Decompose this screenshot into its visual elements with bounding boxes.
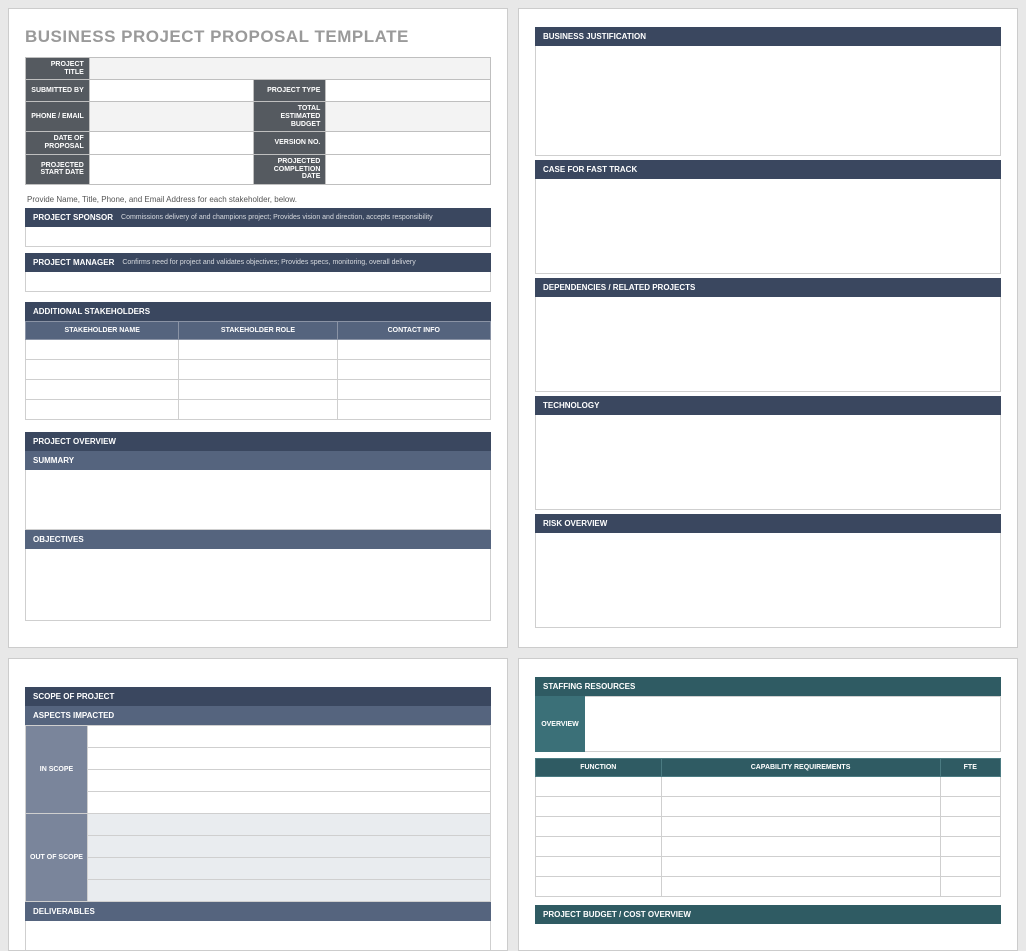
staffing-header: STAFFING RESOURCES: [535, 677, 1001, 696]
value-date-proposal[interactable]: [89, 132, 254, 154]
scope-table: IN SCOPE OUT OF SCOPE: [25, 725, 491, 902]
label-submitted-by: SUBMITTED BY: [26, 80, 90, 102]
technology-header: TECHNOLOGY: [535, 396, 1001, 415]
overview-label: OVERVIEW: [535, 696, 585, 752]
table-row[interactable]: [88, 770, 491, 792]
project-manager-desc: Confirms need for project and validates …: [122, 259, 415, 266]
col-fte: FTE: [940, 759, 1000, 777]
stakeholder-note: Provide Name, Title, Phone, and Email Ad…: [27, 195, 491, 204]
business-justification-header: BUSINESS JUSTIFICATION: [535, 27, 1001, 46]
table-row[interactable]: [88, 880, 491, 902]
dependencies-header: DEPENDENCIES / RELATED PROJECTS: [535, 278, 1001, 297]
risk-value[interactable]: [535, 533, 1001, 628]
project-sponsor-header: PROJECT SPONSOR Commissions delivery of …: [25, 208, 491, 227]
project-manager-label: PROJECT MANAGER: [33, 258, 114, 267]
col-function: FUNCTION: [536, 759, 662, 777]
label-version: VERSION NO.: [254, 132, 326, 154]
value-project-type[interactable]: [326, 80, 491, 102]
table-row[interactable]: [88, 792, 491, 814]
label-phone-email: PHONE / EMAIL: [26, 102, 90, 132]
table-row[interactable]: [536, 877, 1001, 897]
value-projected-start[interactable]: [89, 154, 254, 184]
label-projected-completion: PROJECTED COMPLETION DATE: [254, 154, 326, 184]
objectives-header: OBJECTIVES: [25, 530, 491, 549]
summary-header: SUMMARY: [25, 451, 491, 470]
additional-stakeholders-header: ADDITIONAL STAKEHOLDERS: [25, 302, 491, 321]
project-manager-value[interactable]: [25, 272, 491, 292]
table-row[interactable]: [536, 837, 1001, 857]
project-sponsor-label: PROJECT SPONSOR: [33, 213, 113, 222]
fasttrack-header: CASE FOR FAST TRACK: [535, 160, 1001, 179]
dependencies-value[interactable]: [535, 297, 1001, 392]
deliverables-header: DELIVERABLES: [25, 902, 491, 921]
label-total-budget: TOTAL ESTIMATED BUDGET: [254, 102, 326, 132]
table-row[interactable]: [536, 797, 1001, 817]
objectives-value[interactable]: [25, 549, 491, 621]
value-submitted-by[interactable]: [89, 80, 254, 102]
table-row[interactable]: [26, 339, 491, 359]
staffing-overview-row: OVERVIEW: [535, 696, 1001, 752]
col-stakeholder-role: STAKEHOLDER ROLE: [179, 321, 337, 339]
fasttrack-value[interactable]: [535, 179, 1001, 274]
stakeholder-table: STAKEHOLDER NAME STAKEHOLDER ROLE CONTAC…: [25, 321, 491, 420]
value-projected-completion[interactable]: [326, 154, 491, 184]
table-row[interactable]: [536, 817, 1001, 837]
page-bottom-left: SCOPE OF PROJECT ASPECTS IMPACTED IN SCO…: [8, 658, 508, 951]
table-row[interactable]: [536, 857, 1001, 877]
table-row[interactable]: [88, 748, 491, 770]
table-row[interactable]: [88, 726, 491, 748]
page-bottom-right: STAFFING RESOURCES OVERVIEW FUNCTION CAP…: [518, 658, 1018, 951]
in-scope-label: IN SCOPE: [26, 726, 88, 814]
business-justification-value[interactable]: [535, 46, 1001, 156]
table-row[interactable]: [88, 814, 491, 836]
page-top-right: BUSINESS JUSTIFICATION CASE FOR FAST TRA…: [518, 8, 1018, 648]
table-row[interactable]: [26, 379, 491, 399]
page-title: BUSINESS PROJECT PROPOSAL TEMPLATE: [25, 27, 491, 47]
project-info-table: PROJECT TITLE SUBMITTED BY PROJECT TYPE …: [25, 57, 491, 185]
budget-header: PROJECT BUDGET / COST OVERVIEW: [535, 905, 1001, 924]
col-stakeholder-name: STAKEHOLDER NAME: [26, 321, 179, 339]
col-contact-info: CONTACT INFO: [337, 321, 490, 339]
value-project-title[interactable]: [89, 58, 490, 80]
table-row[interactable]: [88, 836, 491, 858]
scope-header: SCOPE OF PROJECT: [25, 687, 491, 706]
staffing-table: FUNCTION CAPABILITY REQUIREMENTS FTE: [535, 758, 1001, 897]
label-projected-start: PROJECTED START DATE: [26, 154, 90, 184]
project-sponsor-value[interactable]: [25, 227, 491, 247]
deliverables-value[interactable]: [25, 921, 491, 951]
label-project-title: PROJECT TITLE: [26, 58, 90, 80]
summary-value[interactable]: [25, 470, 491, 530]
table-row[interactable]: [26, 359, 491, 379]
value-version[interactable]: [326, 132, 491, 154]
project-overview-header: PROJECT OVERVIEW: [25, 432, 491, 451]
page-top-left: BUSINESS PROJECT PROPOSAL TEMPLATE PROJE…: [8, 8, 508, 648]
technology-value[interactable]: [535, 415, 1001, 510]
out-scope-label: OUT OF SCOPE: [26, 814, 88, 902]
table-row[interactable]: [88, 858, 491, 880]
label-date-proposal: DATE OF PROPOSAL: [26, 132, 90, 154]
value-phone-email[interactable]: [89, 102, 254, 132]
label-project-type: PROJECT TYPE: [254, 80, 326, 102]
project-manager-header: PROJECT MANAGER Confirms need for projec…: [25, 253, 491, 272]
overview-value[interactable]: [585, 696, 1001, 752]
risk-header: RISK OVERVIEW: [535, 514, 1001, 533]
value-total-budget[interactable]: [326, 102, 491, 132]
table-row[interactable]: [536, 777, 1001, 797]
aspects-header: ASPECTS IMPACTED: [25, 706, 491, 725]
col-capability: CAPABILITY REQUIREMENTS: [661, 759, 940, 777]
table-row[interactable]: [26, 399, 491, 419]
project-sponsor-desc: Commissions delivery of and champions pr…: [121, 214, 433, 221]
